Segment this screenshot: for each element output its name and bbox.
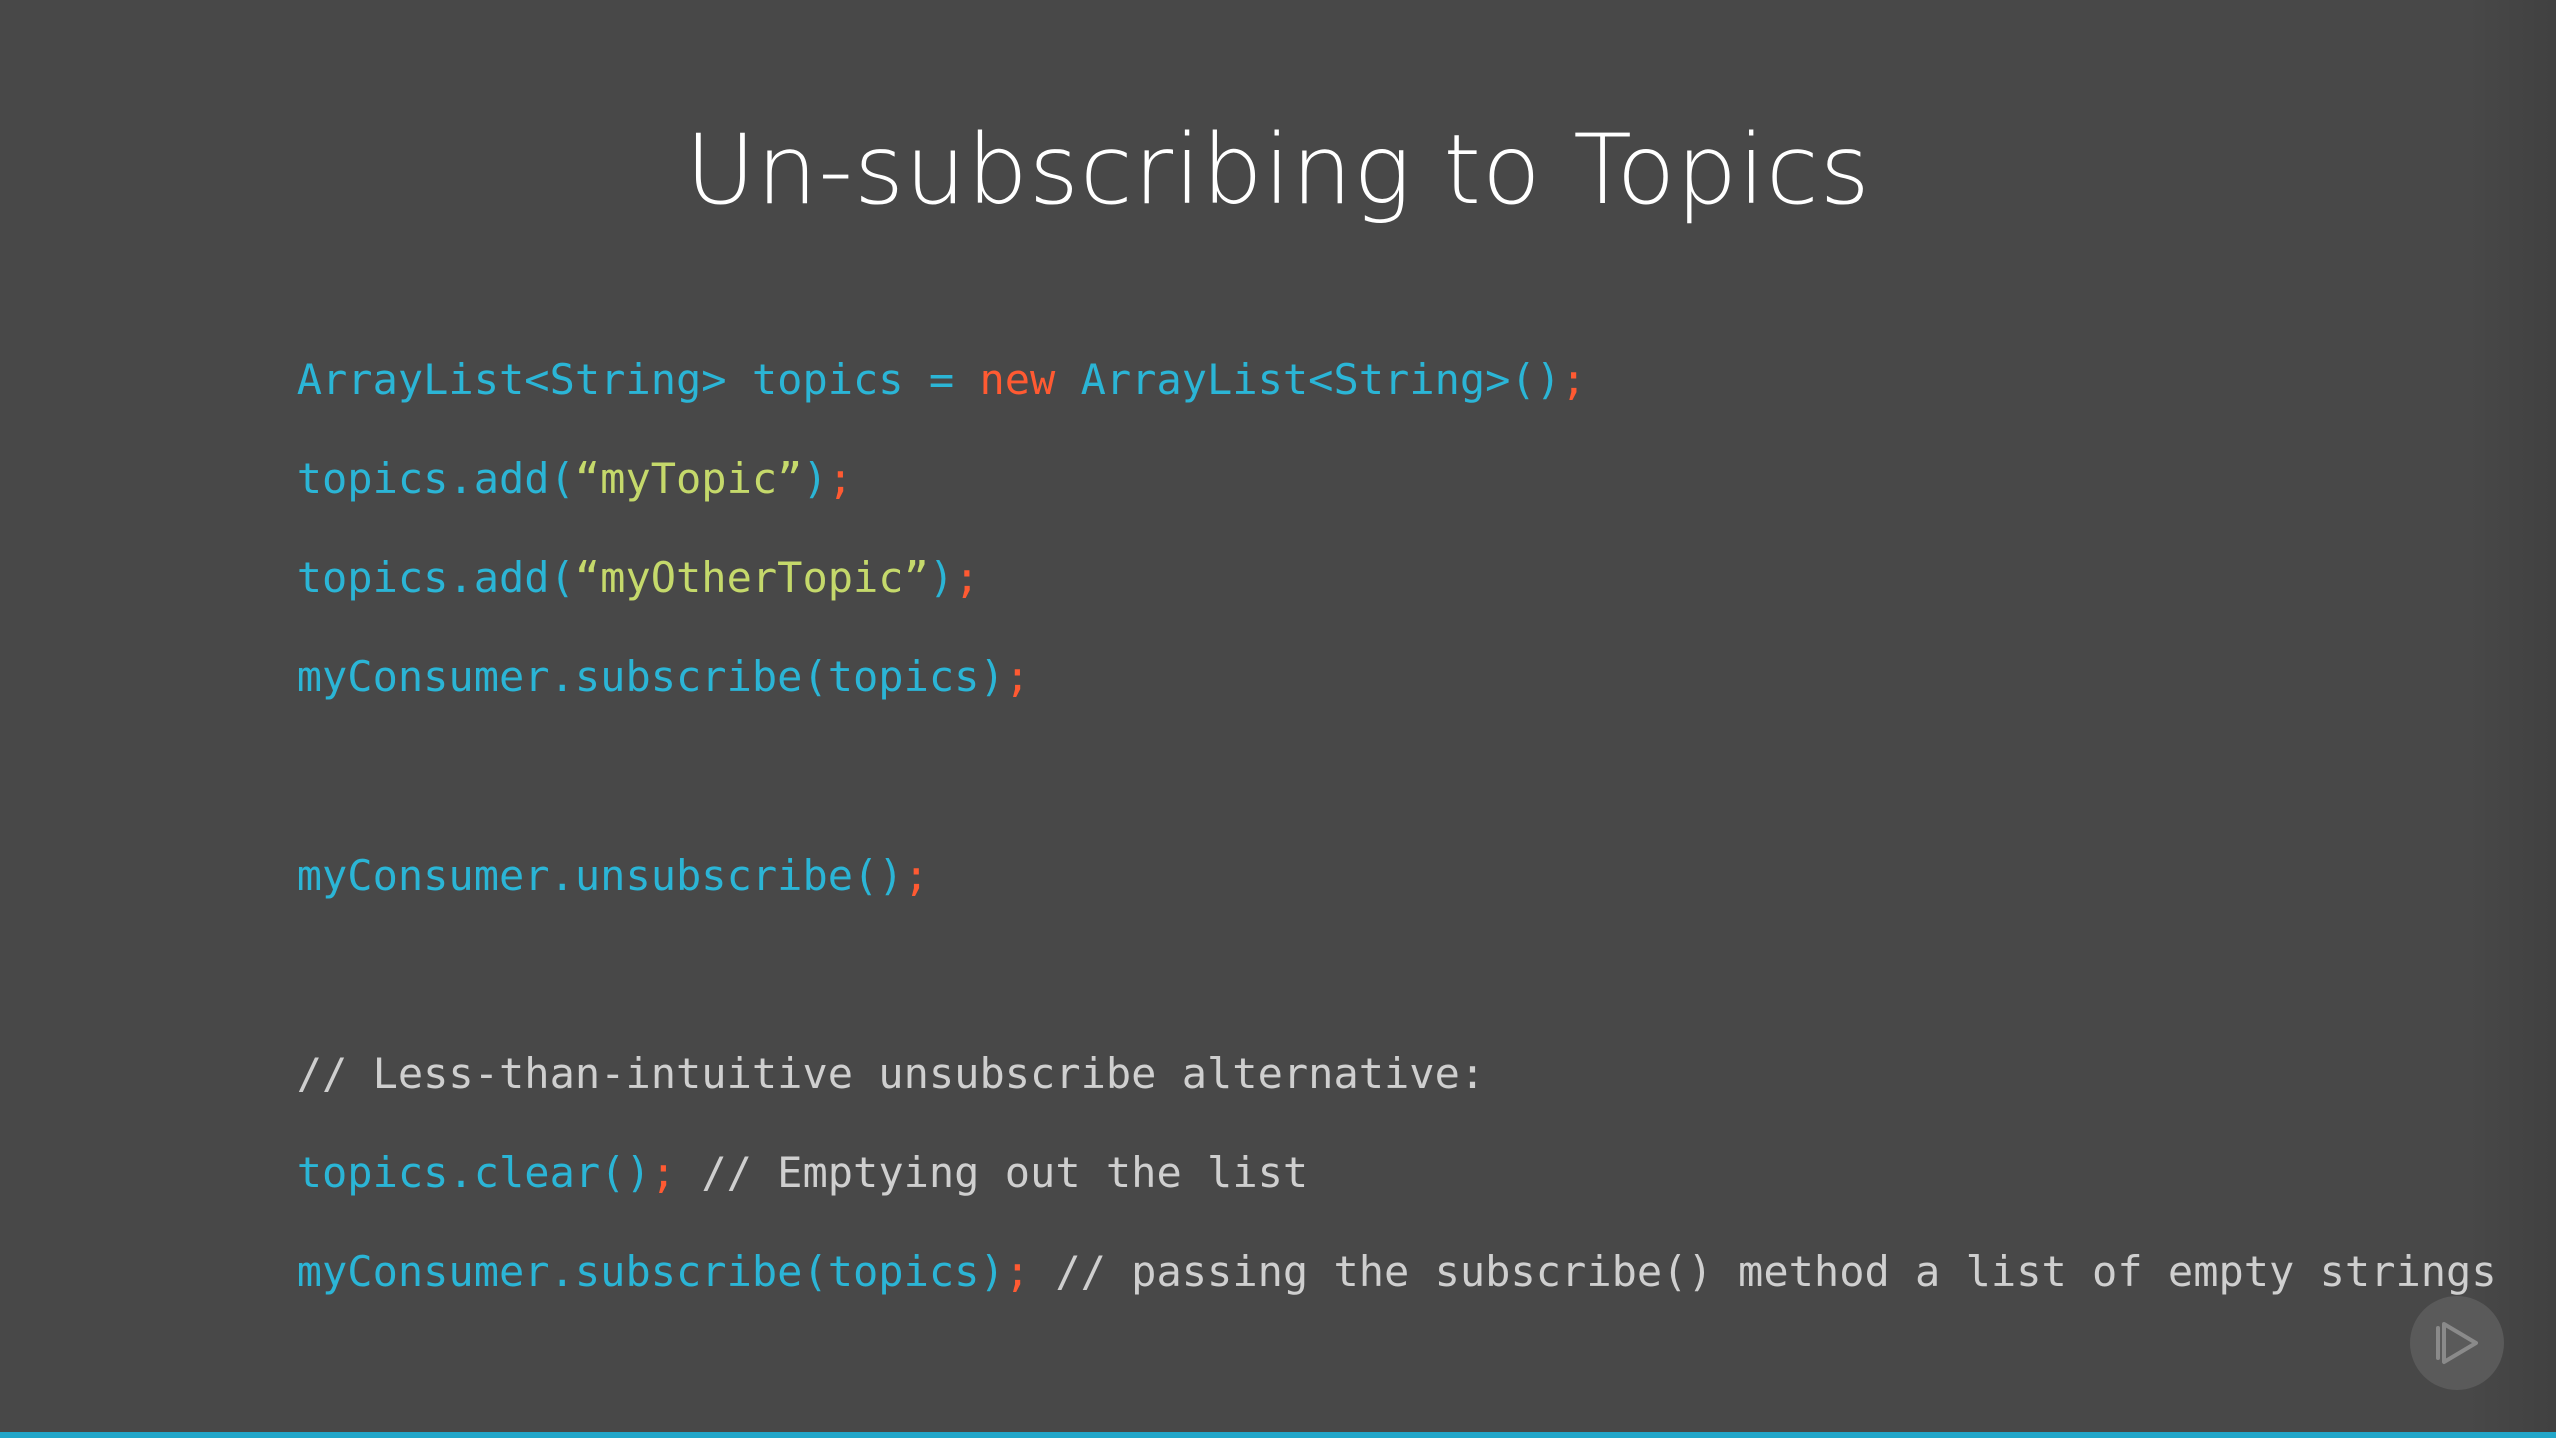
code-token: myConsumer.unsubscribe()	[296, 851, 904, 900]
code-line-8: myConsumer.subscribe(topics); // passing…	[145, 1182, 2497, 1362]
code-keyword: new	[979, 355, 1056, 404]
play-button[interactable]	[2410, 1296, 2504, 1390]
play-outline-icon	[2436, 1322, 2478, 1364]
code-semicolon: ;	[1561, 355, 1587, 404]
code-semicolon: ;	[1004, 652, 1031, 701]
code-token: myConsumer.subscribe(topics)	[296, 1247, 1005, 1296]
code-semicolon: ;	[903, 851, 929, 900]
slide-title: Un-subscribing to Topics	[685, 114, 1871, 226]
code-token: ArrayList<String>()	[1055, 355, 1562, 404]
code-line-5: myConsumer.unsubscribe();	[145, 786, 929, 966]
code-comment: // passing the subscribe() method a list…	[1030, 1247, 2497, 1296]
code-block: ArrayList<String> topics = new ArrayList…	[145, 0, 2497, 1296]
presentation-slide: Un-subscribing to Topics ArrayList<Strin…	[0, 0, 2556, 1438]
code-token: myConsumer.subscribe(topics)	[296, 652, 1005, 701]
code-line-4: myConsumer.subscribe(topics);	[145, 587, 1030, 767]
code-semicolon: ;	[1004, 1247, 1031, 1296]
video-progress-bar[interactable]	[0, 1432, 2556, 1438]
